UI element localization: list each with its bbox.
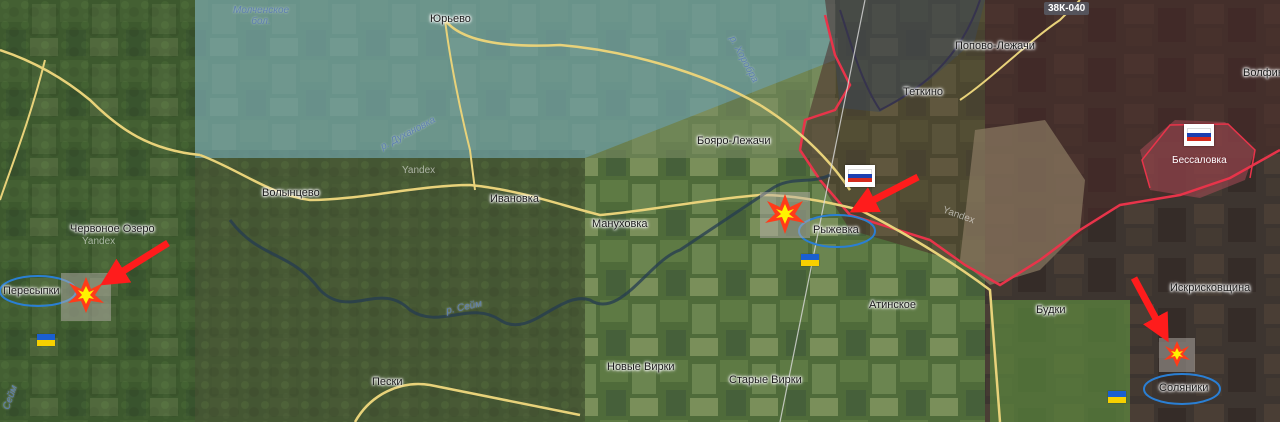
map-canvas[interactable] xyxy=(0,0,1280,422)
russia-flag-icon xyxy=(845,165,875,187)
place-label-volfino: Волфин xyxy=(1243,67,1280,79)
place-label-boyaro: Бояро-Лежачи xyxy=(697,135,771,147)
place-label-popovo: Попово-Лежачи xyxy=(955,40,1035,52)
place-label-molchenskoe: Молченское бол. xyxy=(233,5,290,27)
road-number-sign: 38К-040 xyxy=(1044,2,1090,15)
ukraine-flag-icon xyxy=(37,334,55,346)
place-label-ivanovka: Ивановка xyxy=(490,193,539,205)
explosion-icon xyxy=(760,192,810,238)
watermark-yandex: Yandex xyxy=(82,236,116,247)
ukraine-flag-icon xyxy=(801,254,819,266)
place-label-starye-virki: Старые Вирки xyxy=(729,374,802,386)
place-label-peresypki: Пересыпки xyxy=(3,285,60,297)
forest-area-left xyxy=(0,0,195,422)
place-label-volyntsevo: Волынцево xyxy=(262,187,320,199)
place-label-atinskoe: Атинское xyxy=(869,299,917,311)
russia-flag-icon xyxy=(1184,124,1214,146)
place-label-chervonoe: Червоное Озеро xyxy=(70,223,155,235)
explosion-icon xyxy=(61,273,111,321)
place-label-manukhovka: Мануховка xyxy=(592,218,648,230)
place-label-iskriskovshchina: Искрисковщина xyxy=(1170,282,1251,294)
place-label-tetkino: Теткино xyxy=(903,86,944,98)
place-label-novye-virki: Новые Вирки xyxy=(607,361,675,373)
place-label-solyaniki: Соляники xyxy=(1159,382,1209,394)
ukraine-flag-icon xyxy=(1108,391,1126,403)
place-label-ryzhevka: Рыжевка xyxy=(813,224,859,236)
watermark-yandex: Yandex xyxy=(402,165,436,176)
place-label-yurevo: Юрьево xyxy=(430,13,471,25)
place-label-bessalovka: Бессаловка xyxy=(1172,155,1227,166)
place-label-budki: Будки xyxy=(1036,304,1066,316)
field-south-east xyxy=(990,300,1130,422)
explosion-icon xyxy=(1159,338,1195,372)
place-label-peski: Пески xyxy=(372,376,403,388)
